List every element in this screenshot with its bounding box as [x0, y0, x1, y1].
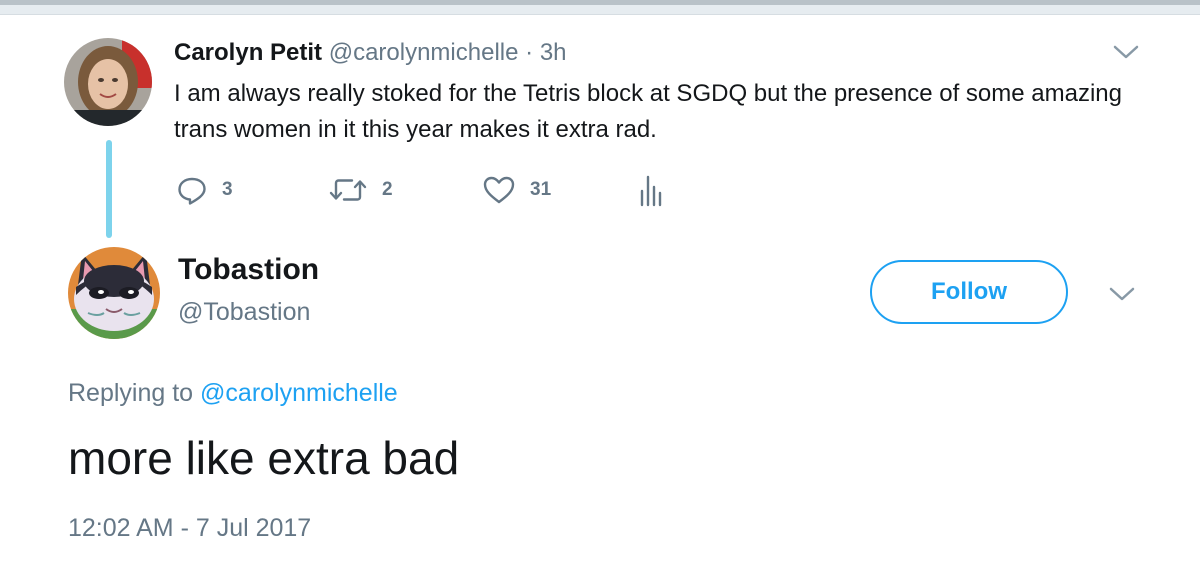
parent-header: Carolyn Petit @carolynmichelle · 3h [174, 38, 567, 68]
parent-avatar[interactable] [64, 38, 152, 126]
replying-mention-link[interactable]: @carolynmichelle [200, 379, 398, 407]
analytics-action[interactable] [638, 172, 664, 208]
top-bar [0, 0, 1200, 15]
reply-display-name[interactable]: Tobastion [178, 252, 319, 288]
follow-button[interactable]: Follow [870, 260, 1068, 324]
like-icon [483, 176, 515, 204]
separator-dot: · [525, 39, 534, 66]
chevron-down-icon[interactable] [1108, 284, 1136, 304]
parent-display-name[interactable]: Carolyn Petit [174, 39, 322, 66]
tweet-timestamp[interactable]: 12:02 AM - 7 Jul 2017 [68, 512, 311, 544]
avatar-photo-icon [64, 38, 152, 126]
parent-tweet-text: I am always really stoked for the Tetris… [174, 80, 1122, 143]
like-count: 31 [530, 179, 552, 200]
replying-to: Replying to @carolynmichelle [68, 377, 398, 409]
cat-avatar-icon [68, 247, 160, 339]
reply-avatar[interactable] [68, 247, 160, 339]
chevron-down-icon[interactable] [1112, 42, 1140, 62]
retweet-icon [329, 179, 367, 201]
parent-handle[interactable]: @carolynmichelle [329, 39, 519, 66]
replying-prefix: Replying to [68, 379, 194, 407]
retweet-action[interactable]: 2 [328, 172, 393, 208]
analytics-icon [640, 175, 662, 207]
reply-tweet-text: more like extra bad [68, 432, 460, 484]
tweet-thread: Carolyn Petit @carolynmichelle · 3h I am… [0, 0, 1200, 571]
like-action[interactable]: 31 [482, 172, 551, 208]
thread-connector [106, 140, 112, 238]
reply-icon [178, 177, 206, 205]
parent-time[interactable]: 3h [540, 39, 567, 66]
reply-count: 3 [222, 179, 233, 200]
reply-handle[interactable]: @Tobastion [178, 296, 310, 328]
reply-action[interactable]: 3 [176, 172, 233, 208]
retweet-count: 2 [382, 179, 393, 200]
